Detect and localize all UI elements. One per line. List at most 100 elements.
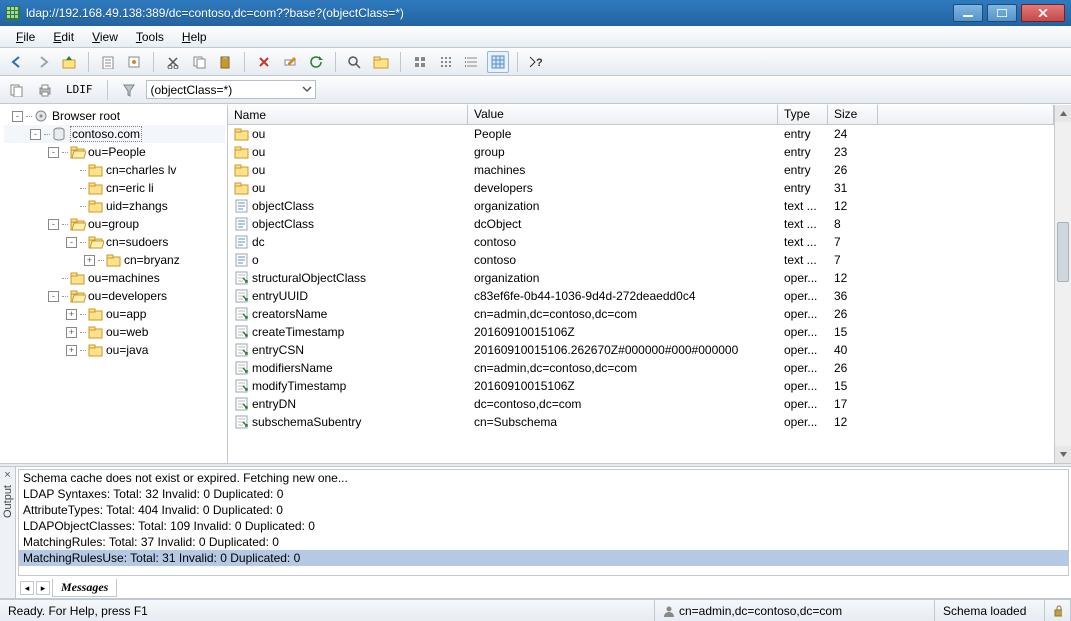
- folder-open-icon: [70, 217, 84, 231]
- cell-name: creatorsName: [252, 307, 327, 321]
- folder-button[interactable]: [370, 51, 392, 73]
- tree-item[interactable]: +ou=web: [4, 323, 225, 341]
- paste-button[interactable]: [214, 51, 236, 73]
- list-row[interactable]: creatorsNamecn=admin,dc=contoso,dc=comop…: [228, 305, 1054, 323]
- output-line[interactable]: LDAPObjectClasses: Total: 109 Invalid: 0…: [19, 518, 1068, 534]
- tab-next-icon[interactable]: ▸: [36, 581, 50, 595]
- list-header[interactable]: Name Value Type Size: [228, 105, 1054, 125]
- menu-view[interactable]: View: [84, 28, 126, 46]
- output-line[interactable]: MatchingRules: Total: 37 Invalid: 0 Dupl…: [19, 534, 1068, 550]
- copy-dn-button[interactable]: [6, 79, 28, 101]
- tab-messages[interactable]: Messages: [52, 579, 117, 597]
- view-large-icon[interactable]: [409, 51, 431, 73]
- list-row[interactable]: createTimestamp20160910015106Zoper...15: [228, 323, 1054, 341]
- col-name[interactable]: Name: [228, 105, 468, 124]
- tree-twisty[interactable]: -: [12, 111, 23, 122]
- list-row[interactable]: ougroupentry23: [228, 143, 1054, 161]
- tree-item[interactable]: cn=charles lv: [4, 161, 225, 179]
- list-row[interactable]: entryDNdc=contoso,dc=comoper...17: [228, 395, 1054, 413]
- minimize-button[interactable]: [953, 4, 983, 22]
- view-small-icon[interactable]: [435, 51, 457, 73]
- list-row[interactable]: oudevelopersentry31: [228, 179, 1054, 197]
- list-row[interactable]: objectClassdcObjecttext ...8: [228, 215, 1054, 233]
- output-line[interactable]: AttributeTypes: Total: 404 Invalid: 0 Du…: [19, 502, 1068, 518]
- menu-file[interactable]: File: [8, 28, 43, 46]
- list-row[interactable]: dccontosotext ...7: [228, 233, 1054, 251]
- scroll-up-icon[interactable]: [1055, 105, 1071, 122]
- list-scrollbar[interactable]: [1054, 105, 1071, 463]
- tree-twisty[interactable]: +: [66, 309, 77, 320]
- col-value[interactable]: Value: [468, 105, 778, 124]
- list-row[interactable]: ocontosotext ...7: [228, 251, 1054, 269]
- tree-item[interactable]: -ou=People: [4, 143, 225, 161]
- up-button[interactable]: [58, 51, 80, 73]
- tree-pane[interactable]: -Browser root-contoso.com-ou=Peoplecn=ch…: [0, 105, 228, 463]
- list-body[interactable]: ouPeopleentry24ougroupentry23oumachinese…: [228, 125, 1054, 463]
- tree-twisty[interactable]: -: [48, 147, 59, 158]
- col-size[interactable]: Size: [828, 105, 878, 124]
- tab-prev-icon[interactable]: ◂: [20, 581, 34, 595]
- cut-button[interactable]: [162, 51, 184, 73]
- maximize-button[interactable]: [987, 4, 1017, 22]
- list-row[interactable]: entryCSN20160910015106.262670Z#000000#00…: [228, 341, 1054, 359]
- scroll-down-icon[interactable]: [1055, 446, 1071, 463]
- cell-size: 26: [828, 307, 878, 321]
- output-lines[interactable]: Schema cache does not exist or expired. …: [18, 469, 1069, 576]
- cell-value: organization: [468, 271, 778, 285]
- tree-item[interactable]: uid=zhangs: [4, 197, 225, 215]
- tree-twisty[interactable]: +: [84, 255, 95, 266]
- output-line[interactable]: Schema cache does not exist or expired. …: [19, 470, 1068, 486]
- tree-item[interactable]: ou=machines: [4, 269, 225, 287]
- properties-button[interactable]: [123, 51, 145, 73]
- back-button[interactable]: [6, 51, 28, 73]
- tree-twisty[interactable]: -: [66, 237, 77, 248]
- help-button[interactable]: ?: [526, 51, 548, 73]
- refresh-button[interactable]: [305, 51, 327, 73]
- tree-item[interactable]: -ou=developers: [4, 287, 225, 305]
- tree-twisty[interactable]: +: [66, 345, 77, 356]
- view-list-icon[interactable]: [461, 51, 483, 73]
- list-row[interactable]: entryUUIDc83ef6fe-0b44-1036-9d4d-272deae…: [228, 287, 1054, 305]
- list-row[interactable]: objectClassorganizationtext ...12: [228, 197, 1054, 215]
- search-button[interactable]: [344, 51, 366, 73]
- tree-twisty[interactable]: -: [30, 129, 41, 140]
- list-row[interactable]: subschemaSubentrycn=Subschemaoper...12: [228, 413, 1054, 431]
- tree-twisty[interactable]: -: [48, 219, 59, 230]
- tree-item[interactable]: +ou=app: [4, 305, 225, 323]
- new-entry-button[interactable]: [97, 51, 119, 73]
- tree-item[interactable]: +ou=java: [4, 341, 225, 359]
- col-type[interactable]: Type: [778, 105, 828, 124]
- tree-item[interactable]: +cn=bryanz: [4, 251, 225, 269]
- menu-help[interactable]: Help: [174, 28, 215, 46]
- tree-twisty[interactable]: +: [66, 327, 77, 338]
- list-row[interactable]: modifyTimestamp20160910015106Zoper...15: [228, 377, 1054, 395]
- tree-twisty[interactable]: -: [48, 291, 59, 302]
- filter-combo[interactable]: [146, 80, 316, 99]
- output-line[interactable]: MatchingRulesUse: Total: 31 Invalid: 0 D…: [19, 550, 1068, 566]
- forward-button[interactable]: [32, 51, 54, 73]
- output-close-icon[interactable]: ×: [4, 469, 10, 481]
- output-line[interactable]: LDAP Syntaxes: Total: 32 Invalid: 0 Dupl…: [19, 486, 1068, 502]
- filter-funnel-icon[interactable]: [118, 79, 140, 101]
- print-button[interactable]: [34, 79, 56, 101]
- list-row[interactable]: ouPeopleentry24: [228, 125, 1054, 143]
- rename-button[interactable]: [279, 51, 301, 73]
- tree-item[interactable]: -Browser root: [4, 107, 225, 125]
- scroll-thumb[interactable]: [1057, 222, 1069, 282]
- filter-input[interactable]: [146, 80, 316, 99]
- list-row[interactable]: modifiersNamecn=admin,dc=contoso,dc=como…: [228, 359, 1054, 377]
- close-button[interactable]: [1021, 4, 1065, 22]
- list-row[interactable]: oumachinesentry26: [228, 161, 1054, 179]
- oper-icon: [234, 378, 250, 394]
- tree-item[interactable]: -ou=group: [4, 215, 225, 233]
- copy-button[interactable]: [188, 51, 210, 73]
- menu-tools[interactable]: Tools: [128, 28, 172, 46]
- view-details-icon[interactable]: [487, 51, 509, 73]
- delete-button[interactable]: [253, 51, 275, 73]
- menu-edit[interactable]: Edit: [45, 28, 82, 46]
- tree-item[interactable]: -cn=sudoers: [4, 233, 225, 251]
- ldif-label[interactable]: LDIF: [62, 83, 97, 96]
- list-row[interactable]: structuralObjectClassorganizationoper...…: [228, 269, 1054, 287]
- tree-item[interactable]: cn=eric li: [4, 179, 225, 197]
- tree-item[interactable]: -contoso.com: [4, 125, 225, 143]
